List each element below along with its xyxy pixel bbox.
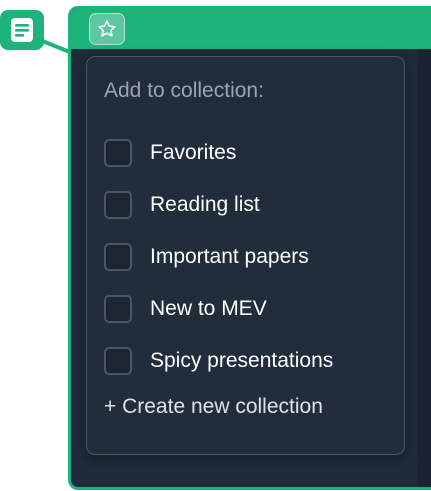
collection-list: Favorites Reading list Important papers … — [104, 127, 394, 387]
collection-item-label: Important papers — [150, 245, 309, 268]
collection-item-label: Reading list — [150, 193, 260, 216]
collection-item-new-to-mev[interactable]: New to MEV — [104, 283, 394, 335]
create-collection-link[interactable]: + Create new collection — [104, 395, 323, 419]
document-icon[interactable] — [0, 10, 44, 50]
stage: Add to collection: Favorites Reading lis… — [0, 0, 431, 491]
star-icon — [98, 20, 116, 37]
checkbox[interactable] — [104, 243, 132, 271]
checkbox[interactable] — [104, 139, 132, 167]
collection-item-label: New to MEV — [150, 297, 267, 320]
menu-title: Add to collection: — [104, 79, 264, 102]
collection-item-spicy-presentations[interactable]: Spicy presentations — [104, 335, 394, 387]
checkbox[interactable] — [104, 347, 132, 375]
add-to-collection-menu: Add to collection: Favorites Reading lis… — [86, 56, 405, 455]
checkbox[interactable] — [104, 191, 132, 219]
card-header — [71, 9, 431, 49]
checkbox[interactable] — [104, 295, 132, 323]
star-button[interactable] — [89, 13, 125, 45]
card-body-shade — [418, 49, 431, 487]
collection-item-favorites[interactable]: Favorites — [104, 127, 394, 179]
collection-item-important-papers[interactable]: Important papers — [104, 231, 394, 283]
collection-item-label: Spicy presentations — [150, 349, 334, 372]
collection-item-label: Favorites — [150, 141, 237, 164]
collection-item-reading-list[interactable]: Reading list — [104, 179, 394, 231]
